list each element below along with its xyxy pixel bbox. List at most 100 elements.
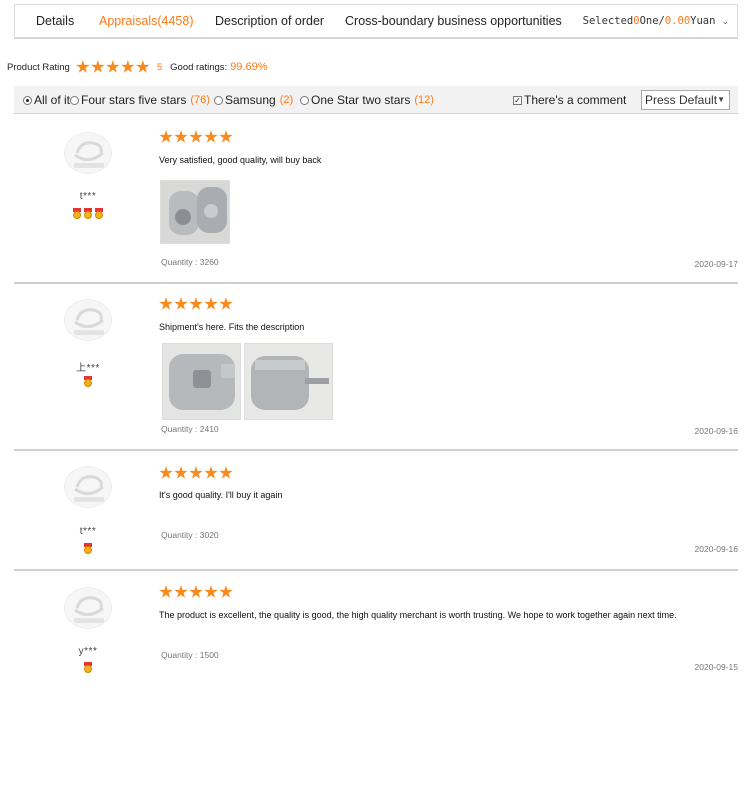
review-username: t*** [79, 526, 97, 537]
review-text: Very satisfied, good quality, will buy b… [159, 155, 322, 165]
has-comment-label: There's a comment [524, 93, 627, 107]
medal-icon [72, 208, 82, 219]
star-icon [219, 585, 233, 598]
review-username: t*** [79, 191, 97, 202]
star-icon [121, 60, 135, 73]
star-icon [159, 130, 173, 143]
review-item: y*** The product is excellent, the quali… [14, 571, 738, 681]
star-icon [159, 466, 173, 479]
radio-icon[interactable] [70, 95, 79, 105]
review-text: Shipment's here. Fits the description [159, 322, 305, 332]
review-photo[interactable] [244, 343, 333, 420]
filter-four-five-stars[interactable]: Four stars five stars (76) [70, 86, 210, 114]
review-text: It's good quality. I'll buy it again [159, 490, 283, 500]
review-username: y*** [78, 646, 98, 657]
medal-icon [83, 376, 93, 387]
avatar [64, 466, 112, 508]
star-icon [189, 130, 203, 143]
medal-icon [83, 543, 93, 554]
star-icon [219, 297, 233, 310]
radio-icon[interactable] [214, 95, 223, 105]
tab-description-of-order[interactable]: Description of order [215, 5, 324, 38]
star-icon [159, 297, 173, 310]
star-icon [204, 585, 218, 598]
review-stars [159, 130, 234, 144]
filter-one-two-stars[interactable]: One Star two stars (12) [300, 86, 434, 114]
star-icon [91, 60, 105, 73]
star-icon [189, 466, 203, 479]
star-icon [174, 585, 188, 598]
review-quantity: Quantity : 2410 [161, 424, 219, 434]
buyer-level-medals [54, 376, 122, 387]
review-username: 上*** [76, 363, 100, 374]
product-rating: Product Rating 5 Good ratings: 99.69% [7, 58, 268, 76]
review-item: t*** Very satisfied, good quality, will … [14, 114, 738, 284]
star-icon [174, 466, 188, 479]
selected-summary[interactable]: Selected0One/0.00Yuan ⌄ [583, 5, 729, 38]
avatar [64, 299, 112, 341]
selected-unit: One/ [639, 15, 665, 27]
star-icon [76, 60, 90, 73]
tab-cross-boundary-business[interactable]: Cross-boundary business opportunities [345, 5, 562, 38]
filter-label: Four stars five stars [81, 93, 187, 107]
review-quantity: Quantity : 3260 [161, 257, 219, 267]
rating-stars [76, 60, 151, 74]
tab-bar: Details Appraisals(4458) Description of … [14, 4, 738, 39]
filter-label: Samsung [225, 93, 276, 107]
chevron-down-icon: ⌄ [721, 17, 729, 27]
buyer-level-medals [54, 543, 122, 554]
star-icon [204, 466, 218, 479]
filter-count: (2) [279, 94, 294, 106]
radio-icon[interactable] [23, 95, 32, 105]
review-quantity: Quantity : 1500 [161, 650, 219, 660]
review-photo[interactable] [162, 343, 241, 420]
star-icon [204, 297, 218, 310]
star-icon [174, 297, 188, 310]
sort-select[interactable]: Press Default ▼ [641, 90, 730, 110]
filter-samsung[interactable]: Samsung (2) [214, 86, 293, 114]
review-item: t*** It's good quality. I'll buy it agai… [14, 451, 738, 571]
star-icon [204, 130, 218, 143]
review-quantity: Quantity : 3020 [161, 530, 219, 540]
star-icon [189, 585, 203, 598]
avatar [64, 132, 112, 174]
review-photo[interactable] [160, 180, 230, 244]
selected-prefix: Selected [582, 15, 634, 27]
dropdown-arrow-icon: ▼ [717, 95, 725, 104]
rating-score: 5 [156, 61, 163, 73]
star-icon [136, 60, 150, 73]
filter-count: (12) [414, 94, 434, 106]
review-stars [159, 585, 234, 599]
radio-icon[interactable] [300, 95, 309, 105]
checkbox-icon[interactable]: ✓ [513, 95, 522, 105]
star-icon [219, 466, 233, 479]
medal-icon [83, 208, 93, 219]
review-date: 2020-09-15 [694, 662, 738, 672]
review-filter-bar: All of it Four stars five stars (76) Sams… [14, 86, 738, 114]
filter-all[interactable]: All of it [23, 86, 70, 114]
star-icon [174, 130, 188, 143]
filter-label: All of it [34, 93, 71, 107]
star-icon [219, 130, 233, 143]
filter-label: One Star two stars [311, 93, 411, 107]
review-date: 2020-09-17 [694, 259, 738, 269]
review-item: 上*** Shipment's here. Fits the descripti… [14, 284, 738, 451]
review-stars [159, 297, 234, 311]
medal-icon [94, 208, 104, 219]
tab-details[interactable]: Details [36, 5, 74, 38]
buyer-level-medals [54, 662, 122, 673]
selected-currency: Yuan [690, 15, 716, 27]
review-date: 2020-09-16 [694, 544, 738, 554]
medal-icon [83, 662, 93, 673]
star-icon [159, 585, 173, 598]
filter-count: (76) [190, 94, 210, 106]
selected-amount: 0.00 [664, 15, 691, 27]
review-date: 2020-09-16 [694, 426, 738, 436]
star-icon [189, 297, 203, 310]
good-ratings-label: Good ratings: [170, 61, 228, 73]
review-stars [159, 466, 234, 480]
has-comment-filter[interactable]: ✓ There's a comment [513, 86, 626, 114]
avatar [64, 587, 112, 629]
tab-appraisals[interactable]: Appraisals(4458) [99, 5, 194, 38]
buyer-level-medals [54, 208, 122, 219]
